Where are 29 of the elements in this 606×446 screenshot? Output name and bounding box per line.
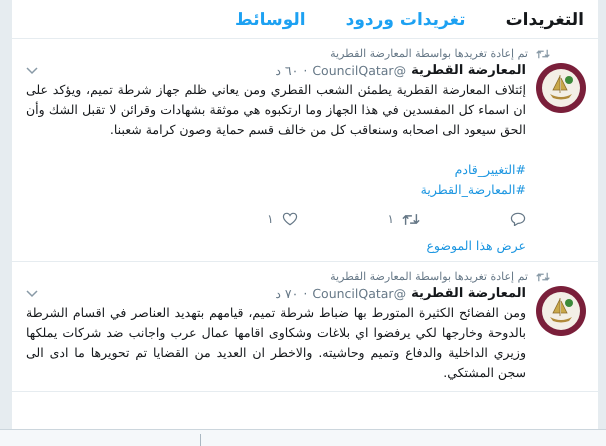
hashtag-link[interactable]: #التغيير_قادم [454,160,526,180]
tweet-text: ومن الفضائح الكثيرة المتورط بها ضباط شرطة تميم، قيامهم بتهديد العناصر في اقسام الشرطة بالدوحة وخارجها لكي يرفضوا اي بلاغات وشكاوى اقامها عمال عرب واجانب ضد شركات يملكها وزيري الداخلية والدفاع وتميم وحاشيته. والاخطر ان العديد من القضايا تم تحويرها ما ادى الى سجن المشتكي. [26,304,526,382]
retweet-count: ١ [388,212,394,226]
retweet-label: تم إعادة تغريدها بواسطة المعارضة القطرية [330,270,528,283]
reply-icon[interactable] [510,212,526,226]
heart-icon[interactable] [282,212,298,226]
tab[interactable]: الوسائط [235,10,306,30]
show-thread-link[interactable]: عرض هذا الموضوع [426,238,526,253]
author-handle[interactable]: @CouncilQatar [312,63,406,78]
avatar [536,63,586,113]
like-count: ١ [267,212,274,226]
chevron-down-icon[interactable] [26,290,38,298]
retweet-label: تم إعادة تغريدها بواسطة المعارضة القطرية [330,47,528,60]
tweet-time[interactable]: ٦٠ د [275,63,298,78]
separator: · [303,63,308,78]
retweet-icon [536,48,550,58]
chevron-down-icon[interactable] [26,66,38,74]
hashtag-link[interactable]: #المعارضة_القطرية [420,180,526,200]
retweet-icon [536,272,550,282]
tweet-text: إئتلاف المعارضة القطرية يطمئن الشعب القطري ومن يعاني ظلم جهاز شرطة تميم، ويؤكد على ان اسماء كل المفسدين في هذا الجهاز وما ارتكبوه هي موثقة بشهادات وقرائن لا تقبل الشك وأن الحق سيعود الى اصحابه وسنعاقب كل من خالف قسم حماية وصون كرامة شعبنا. [26,81,526,139]
author-handle[interactable]: @CouncilQatar [312,286,406,301]
tab[interactable]: التغريدات [506,10,584,30]
tweet-time[interactable]: ٧٠ د [275,286,298,301]
retweet-icon[interactable] [402,212,420,226]
avatar [536,286,586,336]
tab[interactable]: تغريدات وردود [346,10,466,30]
author-name[interactable]: المعارضة القطرية [411,286,526,301]
separator: · [303,286,308,301]
author-name[interactable]: المعارضة القطرية [411,63,526,78]
